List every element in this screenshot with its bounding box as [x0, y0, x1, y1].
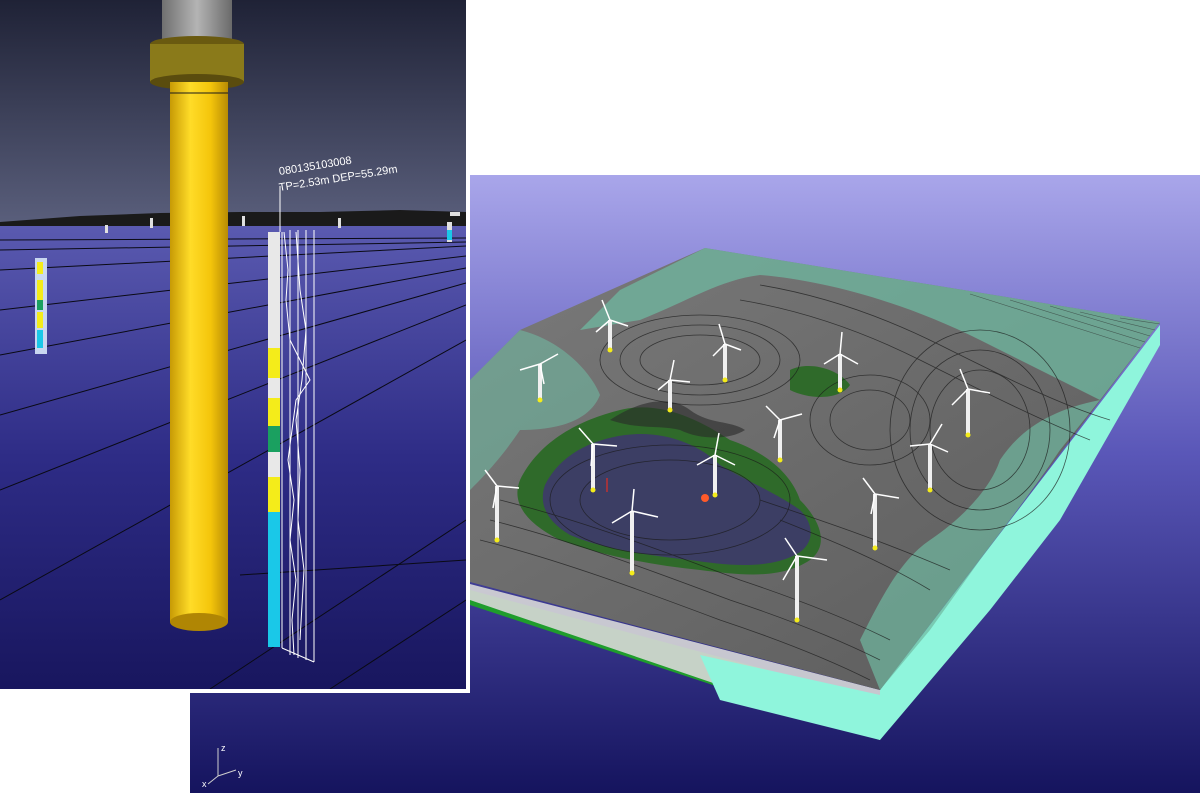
closeup-canvas [0, 0, 466, 689]
layer-yellow [268, 348, 280, 378]
layer-white [268, 232, 280, 348]
seabed-plane [0, 226, 466, 689]
pile-shaft [170, 82, 228, 622]
substation-marker[interactable] [701, 494, 709, 502]
y-axis-label: y [238, 768, 243, 778]
x-axis-line [207, 775, 219, 785]
y-axis-line [217, 769, 237, 777]
layer-cyan [268, 512, 280, 647]
borehole-closeup-view[interactable]: 080135103008 TP=2.53m DEP=55.29m [0, 0, 470, 693]
x-axis-label: x [202, 779, 207, 788]
distant-borehole-log[interactable] [35, 258, 47, 354]
overcast-sky [0, 0, 466, 225]
z-axis-label: z [221, 743, 226, 753]
layer-green [268, 426, 280, 452]
axis-triad: z y x [202, 743, 243, 788]
